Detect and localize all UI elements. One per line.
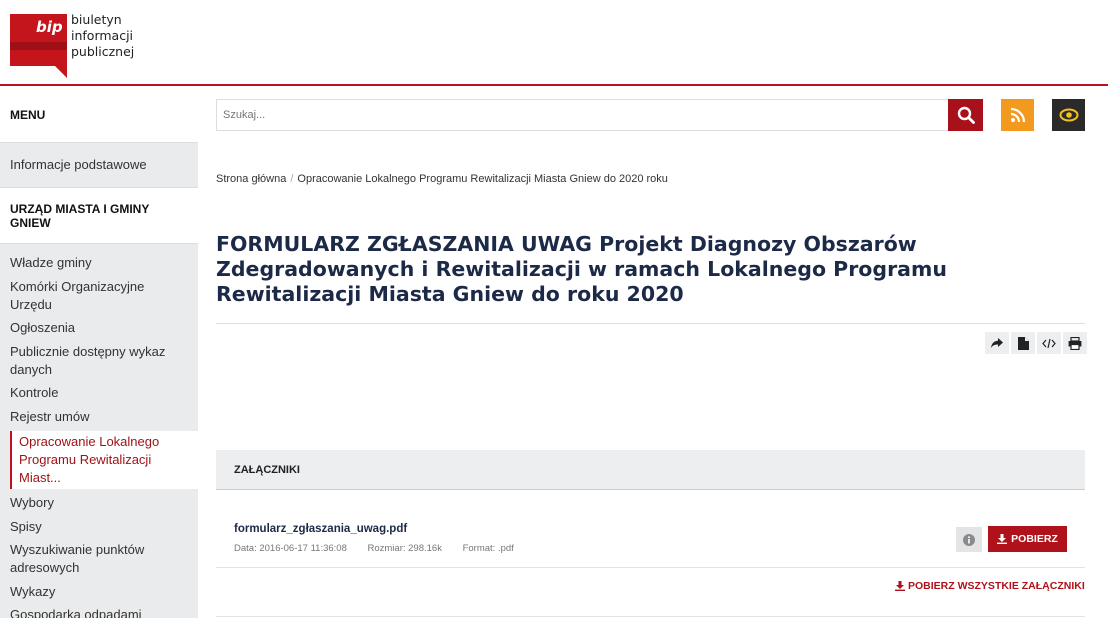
- attachment-file-name[interactable]: formularz_zgłaszania_uwag.pdf: [234, 523, 407, 535]
- sidebar-item[interactable]: Rejestr umów: [0, 408, 198, 426]
- sidebar-item[interactable]: Wyszukiwanie punktów adresowych: [0, 541, 198, 577]
- attachment-format: Format: .pdf: [462, 543, 514, 554]
- sidebar-list: Władze gminy Komórki Organizacyjne Urzęd…: [0, 244, 198, 618]
- page-title: FORMULARZ ZGŁASZANIA UWAG Projekt Diagno…: [216, 232, 947, 306]
- rss-button[interactable]: [1001, 99, 1034, 131]
- print-button[interactable]: [1063, 332, 1087, 354]
- attachments-heading: ZAŁĄCZNIKI: [216, 450, 1085, 490]
- rss-icon: [1010, 107, 1025, 123]
- download-all-link[interactable]: POBIERZ WSZYSTKIE ZAŁĄCZNIKI: [895, 580, 1085, 592]
- logo-line-1: biuletyn: [71, 12, 122, 27]
- search-icon: [957, 106, 975, 124]
- divider: [216, 323, 1085, 324]
- sidebar-item[interactable]: Komórki Organizacyjne Urzędu: [0, 278, 198, 314]
- sidebar-item[interactable]: Spisy: [0, 518, 198, 536]
- print-icon: [1068, 336, 1082, 350]
- sidebar-item[interactable]: Gospodarka odpadami: [0, 606, 198, 618]
- sidebar-item[interactable]: Kontrole: [0, 384, 198, 402]
- logo-text: biuletyn informacji publicznej: [71, 12, 200, 60]
- eye-icon: [1059, 108, 1078, 122]
- logo-mark-bar: [10, 42, 67, 50]
- logo-mark-text: bip: [36, 18, 63, 36]
- search-button[interactable]: [948, 99, 983, 131]
- menu-heading[interactable]: MENU: [0, 88, 198, 143]
- info-icon: [963, 533, 975, 546]
- divider: [216, 567, 1085, 568]
- search-input[interactable]: [216, 99, 948, 131]
- attachment-size: Rozmiar: 298.16k: [367, 543, 442, 554]
- download-button[interactable]: POBIERZ: [988, 526, 1067, 552]
- code-icon: [1042, 338, 1056, 348]
- attachment-meta: Data: 2016-06-17 11:36:08 Rozmiar: 298.1…: [234, 543, 532, 554]
- download-all-label: POBIERZ WSZYSTKIE ZAŁĄCZNIKI: [908, 580, 1085, 592]
- logo-mark-tail: [55, 66, 67, 78]
- share-icon: [991, 338, 1003, 348]
- pdf-button[interactable]: [1011, 332, 1035, 354]
- breadcrumb-home[interactable]: Strona główna: [216, 173, 286, 185]
- attachment-info-button[interactable]: [956, 527, 982, 552]
- embed-button[interactable]: [1037, 332, 1061, 354]
- breadcrumb-separator: /: [290, 173, 294, 185]
- article-tools: [985, 332, 1087, 354]
- sidebar-item-active[interactable]: Opracowanie Lokalnego Programu Rewitaliz…: [10, 431, 198, 489]
- breadcrumb: Strona główna / Opracowanie Lokalnego Prog…: [216, 173, 668, 185]
- download-icon: [895, 581, 905, 591]
- sidebar-item[interactable]: Władze gminy: [0, 254, 198, 272]
- download-icon: [997, 534, 1008, 544]
- divider: [216, 616, 1085, 617]
- search-bar: [216, 99, 983, 131]
- bip-logo[interactable]: bip biuletyn informacji publicznej: [10, 12, 200, 78]
- logo-line-2: informacji publicznej: [71, 28, 135, 59]
- download-button-label: POBIERZ: [1011, 533, 1058, 545]
- accessibility-button[interactable]: [1052, 99, 1085, 131]
- share-button[interactable]: [985, 332, 1009, 354]
- document-icon: [1017, 336, 1029, 350]
- sidebar: MENU Informacje podstawowe URZĄD MIASTA …: [0, 88, 198, 618]
- breadcrumb-current[interactable]: Opracowanie Lokalnego Programu Rewitaliz…: [297, 173, 668, 185]
- sidebar-section-title[interactable]: URZĄD MIASTA I GMINY GNIEW: [0, 187, 198, 244]
- sidebar-item-basic-info[interactable]: Informacje podstawowe: [0, 143, 198, 187]
- site-header: bip biuletyn informacji publicznej: [0, 0, 1108, 86]
- sidebar-item[interactable]: Wykazy: [0, 583, 198, 601]
- attachment-date: Data: 2016-06-17 11:36:08: [234, 543, 347, 554]
- sidebar-item[interactable]: Publicznie dostępny wykaz danych: [0, 343, 198, 379]
- sidebar-item[interactable]: Ogłoszenia: [0, 319, 198, 337]
- sidebar-item[interactable]: Wybory: [0, 494, 198, 512]
